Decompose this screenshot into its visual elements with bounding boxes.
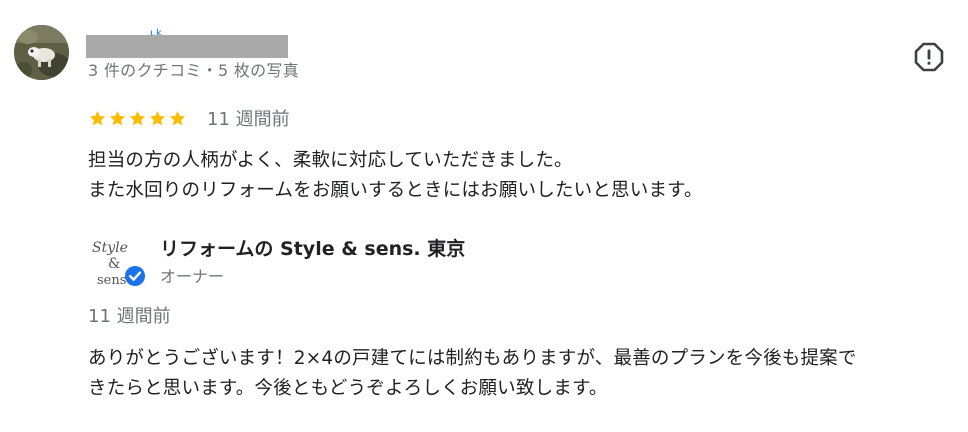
report-button[interactable] xyxy=(912,40,946,74)
reviewer-name-redacted[interactable] xyxy=(86,35,288,58)
reply-text-line: ありがとうございます！2×4の戸建てには制約もありますが、最善のプランを今後も提… xyxy=(88,348,857,369)
star-icon xyxy=(109,110,126,125)
verified-badge-icon xyxy=(125,266,145,286)
logo-text: & xyxy=(108,256,120,272)
owner-logo-image: Style & sens xyxy=(92,240,145,288)
star-icon xyxy=(89,110,106,125)
owner-role: オーナー xyxy=(160,267,225,286)
reply-text-line: きたらと思います。今後ともどうぞよろしくお願い致します。 xyxy=(88,378,608,399)
review-text-line: 担当の方の人柄がよく、柔軟に対応していただきました。 xyxy=(88,150,573,171)
reviewer-avatar[interactable] xyxy=(14,25,69,80)
star-icon xyxy=(169,110,186,125)
owner-logo[interactable]: Style & sens xyxy=(88,234,148,290)
logo-text: Style xyxy=(92,240,128,256)
rating-row: 11 週間前 xyxy=(88,105,290,131)
star-rating xyxy=(88,109,187,128)
reviewer-meta: 3 件のクチコミ・5 枚の写真 xyxy=(88,61,300,80)
report-flag-icon xyxy=(914,42,944,72)
review-text-line: また水回りのリフォームをお願いするときにはお願いしたいと思います。 xyxy=(88,180,703,201)
review-date: 11 週間前 xyxy=(207,109,290,130)
logo-text: sens xyxy=(97,273,126,288)
reply-date: 11 週間前 xyxy=(88,306,171,327)
review-card: ᶫᵏ 3 件のクチコミ・5 枚の写真 11 週間前 担当の方の人柄がよく、柔軟に… xyxy=(0,0,968,432)
owner-name[interactable]: リフォームの Style & sens. 東京 xyxy=(160,234,465,261)
star-icon xyxy=(129,110,146,125)
avatar-photo xyxy=(14,25,69,80)
star-icon xyxy=(149,110,166,125)
reply-text: ありがとうございます！2×4の戸建てには制約もありますが、最善のプランを今後も提… xyxy=(88,344,958,404)
review-text: 担当の方の人柄がよく、柔軟に対応していただきました。 また水回りのリフォームをお… xyxy=(88,146,958,206)
